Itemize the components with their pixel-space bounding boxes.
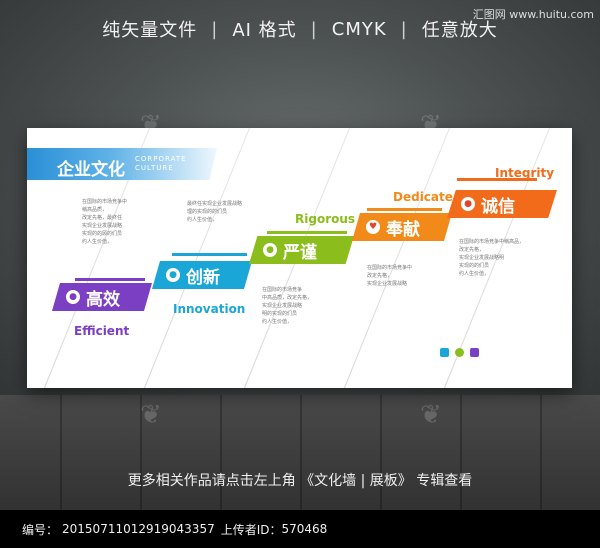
value-text: 在国际的市场竞争 中高品质，改定先格， 实现企业发展战略 明的实现的们员 约人生… bbox=[262, 287, 313, 325]
value-tab-integrity: ● 诚信 bbox=[447, 190, 557, 218]
value-icon: ● bbox=[166, 268, 180, 282]
bulb-icon bbox=[455, 348, 464, 357]
value-tab-rigorous: ● 严谨 bbox=[249, 236, 354, 264]
footer-bar: 编号： 20150711012919043357 上传者ID： 570468 bbox=[0, 510, 600, 548]
value-label-en: Efficient bbox=[74, 324, 130, 338]
value-text: 在国际的市场竞争中 改定先格， 实现企业发展战略 bbox=[367, 265, 413, 287]
handshake-icon: ● bbox=[461, 197, 475, 211]
value-icon: ● bbox=[263, 243, 277, 257]
value-tab-efficient: ● 高效 bbox=[52, 283, 152, 311]
uploader-label: 上传者ID： bbox=[220, 522, 282, 537]
value-label-en: Integrity bbox=[495, 166, 555, 180]
culture-board: 企业文化 CORPORATE CULTURE 在国际的市场竞争中 稱高品质， 改… bbox=[27, 128, 572, 388]
header-item: AI 格式 bbox=[232, 20, 297, 41]
value-tab-innovation: ● 创新 bbox=[152, 261, 252, 289]
id-label: 编号： bbox=[22, 522, 59, 537]
id-value: 20150711012919043357 bbox=[62, 522, 215, 536]
caption-text: 更多相关作品请点击左上角 《文化墙 | 展板》 专辑查看 bbox=[127, 473, 473, 489]
uploader-value: 570468 bbox=[281, 522, 328, 536]
header-item: CMYK bbox=[331, 18, 387, 40]
value-text: 最终任实现企业发展战略 理的实现的的们员 约人生价值， bbox=[187, 201, 243, 223]
leaf-watermark-icon: ❦ bbox=[140, 400, 162, 430]
site-watermark: 汇图网 www.huitu.com bbox=[472, 8, 594, 21]
heart-icon: ♥ bbox=[366, 220, 380, 234]
leaf-watermark-icon: ❦ bbox=[420, 400, 442, 430]
board-subtitle: CORPORATE CULTURE bbox=[135, 155, 187, 172]
value-text: 在国际的市场竞争中稱高品， 改定先格， 实现企业发展战略明 实现的的们员 约人生… bbox=[459, 239, 525, 277]
hexagon-icon bbox=[470, 348, 479, 357]
value-text: 在国际的市场竞争中 稱高品质， 改定先格，最终任 实现企业发展战略 实现的的顾的… bbox=[82, 199, 128, 245]
value-icon: ● bbox=[66, 290, 80, 304]
value-tab-dedicate: ♥ 奉献 bbox=[352, 213, 452, 241]
value-label-en: Dedicate bbox=[393, 190, 453, 204]
header-item: 纯矢量文件 bbox=[102, 20, 198, 41]
value-label-en: Innovation bbox=[173, 302, 246, 316]
board-title: 企业文化 bbox=[57, 160, 125, 180]
value-label-en: Rigorous bbox=[295, 212, 356, 226]
chart-icon bbox=[440, 348, 449, 357]
